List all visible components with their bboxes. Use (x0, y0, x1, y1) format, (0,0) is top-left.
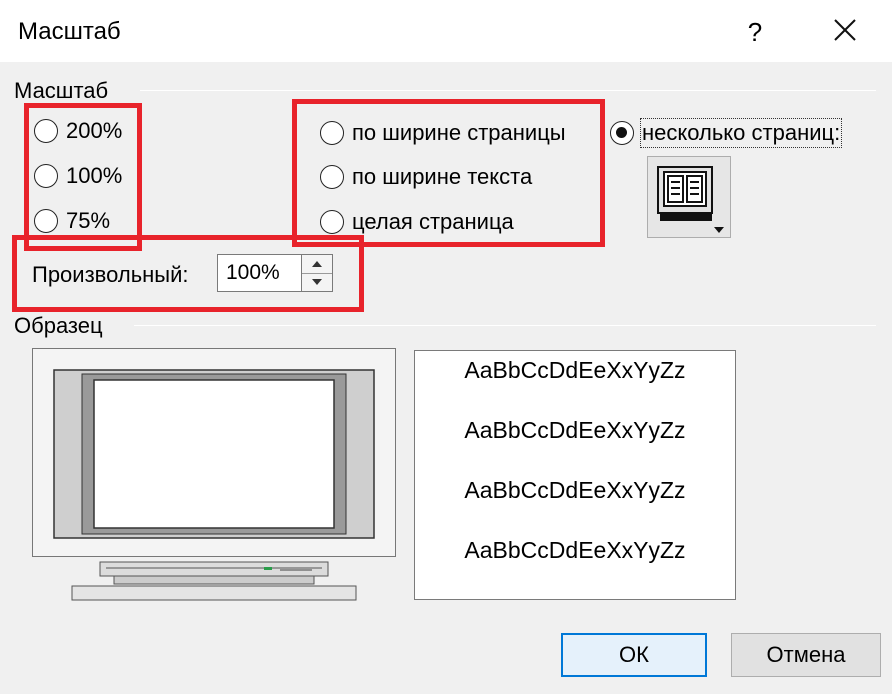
radio-many-pages[interactable]: несколько страниц: (610, 115, 843, 151)
ok-button[interactable]: ОК (561, 633, 707, 677)
zoom-group-separator (140, 90, 876, 91)
dialog-title: Масштаб (18, 18, 121, 45)
close-icon (834, 19, 856, 41)
monitor-icon (32, 348, 396, 601)
help-button[interactable]: ? (730, 14, 780, 50)
multi-page-monitor-icon (657, 166, 724, 233)
cancel-button[interactable]: Отмена (731, 633, 881, 677)
zoom-group-label: Масштаб (14, 78, 113, 104)
radio-circle-checked (610, 121, 634, 145)
preview-monitor (32, 348, 396, 604)
pages-picker-button[interactable] (647, 156, 731, 238)
highlight-custom-zoom (12, 235, 364, 312)
close-button[interactable] (815, 12, 875, 52)
highlight-fit-options (292, 99, 605, 247)
sample-line: AaBbCcDdEeXxYyZz (464, 477, 686, 503)
radio-many-pages-label: несколько страниц: (639, 118, 843, 148)
sample-text-box: AaBbCcDdEeXxYyZz AaBbCcDdEeXxYyZz AaBbCc… (414, 350, 736, 600)
sample-line: AaBbCcDdEeXxYyZz (464, 417, 686, 443)
sample-group-separator (134, 325, 876, 326)
sample-line: AaBbCcDdEeXxYyZz (464, 357, 686, 383)
highlight-presets (24, 103, 142, 251)
sample-line: AaBbCcDdEeXxYyZz (464, 537, 686, 563)
sample-group-label: Образец (14, 313, 107, 339)
